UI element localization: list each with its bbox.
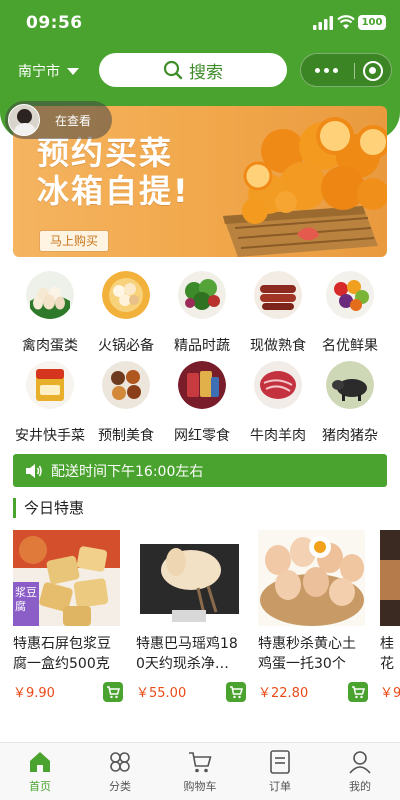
chicken-image <box>136 530 243 626</box>
frozen-food-image <box>26 361 74 409</box>
product-name: 桂花克 <box>380 636 394 672</box>
tab-label: 首页 <box>29 780 51 793</box>
tab-cart[interactable]: 购物车 <box>160 749 240 794</box>
category-vegetables[interactable]: 精品时蔬 <box>164 271 240 355</box>
product-name: 特惠石屏包浆豆腐一盒约500克 <box>13 636 111 672</box>
category-beef[interactable]: 牛肉羊肉 <box>240 361 316 445</box>
more-icon[interactable] <box>315 68 338 73</box>
category-label: 安井快手菜 <box>15 428 85 444</box>
banner-title-line2: 冰箱自提! <box>37 172 190 210</box>
product-card[interactable]: 浆豆腐 特惠石屏包浆豆腐一盒约500克 ￥9.90 <box>13 530 123 702</box>
product-image: 浆豆腐 <box>13 530 120 626</box>
city-label: 南宁市 <box>18 64 60 80</box>
close-miniprogram-icon[interactable] <box>363 61 383 81</box>
category-prepared-food[interactable]: 预制美食 <box>88 361 164 445</box>
speaker-icon <box>26 463 42 478</box>
cart-icon <box>107 686 121 699</box>
cooked-meat-image <box>254 271 302 319</box>
category-label: 禽肉蛋类 <box>22 338 78 354</box>
search-icon <box>163 60 183 80</box>
category-label: 现做熟食 <box>250 338 306 354</box>
category-frozen-food[interactable]: 安井快手菜 <box>8 361 92 445</box>
banner-title-line1: 预约买菜 <box>37 134 174 172</box>
tab-home[interactable]: 首页 <box>0 749 80 794</box>
category-pork[interactable]: 猪肉猪杂 <box>312 361 388 445</box>
section-title: 今日特惠 <box>13 498 84 518</box>
tab-label: 我的 <box>349 780 371 793</box>
cart-icon <box>189 752 212 773</box>
product-name: 特惠秒杀黄心土鸡蛋一托30个 <box>258 636 356 672</box>
beef-image <box>254 361 302 409</box>
category-icon <box>110 752 130 772</box>
tab-label: 分类 <box>109 780 131 793</box>
tab-category[interactable]: 分类 <box>80 749 160 794</box>
category-cooked-meat[interactable]: 现做熟食 <box>240 271 316 355</box>
product-list: 浆豆腐 特惠石屏包浆豆腐一盒约500克 ￥9.90 特惠巴马瑶鸡180天约现杀净… <box>0 530 400 710</box>
category-fruit[interactable]: 名优鲜果 <box>312 271 388 355</box>
add-to-cart-button[interactable] <box>226 682 246 702</box>
viewing-text: 在查看 <box>55 113 92 128</box>
status-time: 09:56 <box>26 13 83 33</box>
banner-title: 预约买菜 冰箱自提! <box>37 134 190 210</box>
search-label: 搜索 <box>189 62 223 83</box>
product-image <box>136 530 243 626</box>
category-label: 猪肉猪杂 <box>322 428 378 444</box>
category-hotpot[interactable]: 火锅必备 <box>88 271 164 355</box>
eggs-image <box>26 271 74 319</box>
product-tag: 浆豆腐 <box>13 582 39 626</box>
order-icon <box>270 750 290 774</box>
home-icon <box>30 752 50 772</box>
tab-label: 购物车 <box>183 780 217 793</box>
tab-bar: 首页 分类 购物车 订单 我的 <box>0 742 400 800</box>
product-name: 特惠巴马瑶鸡180天约现杀净… <box>136 636 238 672</box>
eggs-tray-image <box>258 530 365 626</box>
category-label: 火锅必备 <box>98 338 154 354</box>
wifi-icon <box>337 15 355 29</box>
prepared-food-image <box>102 361 150 409</box>
product-card[interactable]: 特惠巴马瑶鸡180天约现杀净… ￥55.00 <box>136 530 246 702</box>
vegetables-image <box>178 271 226 319</box>
search-bar[interactable]: 搜索 <box>99 53 287 87</box>
tab-orders[interactable]: 订单 <box>240 749 320 794</box>
product-image <box>258 530 365 626</box>
category-label: 牛肉羊肉 <box>250 428 306 444</box>
category-snacks[interactable]: 网红零食 <box>164 361 240 445</box>
category-label: 预制美食 <box>98 428 154 444</box>
add-to-cart-button[interactable] <box>103 682 123 702</box>
category-label: 网红零食 <box>174 428 230 444</box>
tab-profile[interactable]: 我的 <box>320 749 400 794</box>
avatar <box>8 104 40 136</box>
snacks-image <box>178 361 226 409</box>
status-bar: 09:56 100 <box>0 0 400 46</box>
product-image <box>380 530 400 626</box>
delivery-notice-text: 配送时间下午16:00左右 <box>51 463 204 480</box>
battery-indicator: 100 <box>358 15 386 30</box>
hotpot-image <box>102 271 150 319</box>
miniprogram-capsule <box>300 53 392 87</box>
caret-down-icon <box>67 67 79 75</box>
cart-icon <box>352 686 366 699</box>
viewing-badge: 在查看 <box>5 101 112 139</box>
user-icon <box>349 751 371 774</box>
category-label: 精品时蔬 <box>174 338 230 354</box>
product-card[interactable]: 桂花克 ￥9 <box>380 530 400 701</box>
city-selector[interactable]: 南宁市 <box>18 61 79 81</box>
buy-now-button[interactable]: 马上购买 <box>39 230 110 252</box>
delivery-notice: 配送时间下午16:00左右 <box>13 454 387 487</box>
capsule-divider <box>354 63 355 79</box>
pork-image <box>326 361 374 409</box>
fruit-image <box>326 271 374 319</box>
category-grid: 禽肉蛋类 火锅必备 精品时蔬 现做熟食 名优鲜果 安井快手菜 预制美食 网红零食… <box>0 265 400 445</box>
product-price: ￥9 <box>380 686 400 701</box>
category-label: 名优鲜果 <box>322 338 378 354</box>
add-to-cart-button[interactable] <box>348 682 368 702</box>
signal-icon <box>313 16 333 30</box>
tab-label: 订单 <box>269 780 291 793</box>
product-photo <box>380 530 400 626</box>
cart-icon <box>230 686 244 699</box>
product-card[interactable]: 特惠秒杀黄心土鸡蛋一托30个 ￥22.80 <box>258 530 368 702</box>
oranges-basket-image <box>223 117 387 257</box>
category-eggs[interactable]: 禽肉蛋类 <box>12 271 88 355</box>
